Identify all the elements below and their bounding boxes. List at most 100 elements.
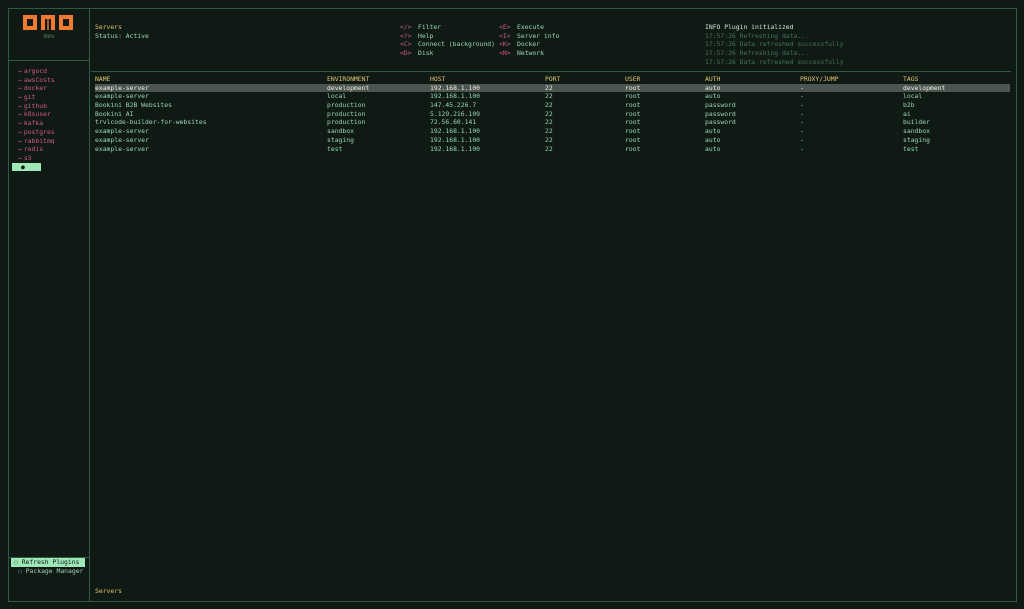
cell-user: root [625, 144, 641, 153]
cell-host: 192.168.1.100 [430, 144, 481, 153]
column-header-host[interactable]: HOST [430, 75, 445, 84]
plugin-label: awsCosts [23, 75, 55, 84]
plugin-item-postgres[interactable]: → postgres [12, 128, 88, 137]
plugin-item-argocd[interactable]: → argocd [12, 67, 88, 76]
keybinding-network[interactable]: <N> Network [499, 49, 559, 58]
cell-host: 192.168.1.100 [430, 127, 481, 136]
omo-logo [23, 15, 73, 30]
column-header-tags[interactable]: TAGS [903, 75, 918, 84]
plugin-item-kafka[interactable]: → kafka [12, 119, 88, 128]
page-title: Servers [95, 23, 122, 31]
cell-user: root [625, 92, 641, 101]
cell-auth: auto [705, 83, 721, 92]
footer-label: Servers [95, 587, 122, 595]
table-row[interactable]: example-server staging 192.168.1.100 22 root… [95, 136, 1010, 145]
keybinding-help[interactable]: <?> Help [400, 32, 495, 41]
column-header-proxy-jump[interactable]: PROXY/JUMP [800, 75, 838, 84]
cell-environment: sandbox [327, 127, 354, 136]
key-hint: <D> [400, 49, 412, 58]
plugin-item-git[interactable]: → git [12, 93, 88, 102]
arrow-right-icon: → [18, 127, 22, 136]
plugin-label: k8suser [23, 110, 51, 119]
bottom-menu: ◌ Refresh Plugins ◌ Package Manager [9, 557, 89, 575]
cell-port: 22 [545, 101, 553, 110]
cell-host: 5.129.216.109 [430, 109, 481, 118]
column-header-name[interactable]: NAME [95, 75, 110, 84]
table-row[interactable]: trvlcode-builder-for-websites production 7… [95, 118, 1010, 127]
plugin-item-docker[interactable]: → docker [12, 84, 88, 93]
plugin-item-redis[interactable]: → redis [12, 145, 88, 154]
key-label: Help [418, 31, 434, 40]
cell-tags: sandbox [903, 127, 930, 136]
plugin-label: argocd [23, 67, 47, 75]
plugin-label: github [23, 101, 47, 110]
cell-auth: auto [705, 144, 721, 153]
arrow-right-icon: → [18, 101, 22, 110]
cell-host: 192.168.1.100 [430, 92, 481, 101]
keybinding-filter[interactable]: </> Filter [400, 23, 495, 32]
cell-name: Bookini B2B Websites [95, 101, 172, 110]
keybinding-connect[interactable]: <C> Connect (background) [400, 40, 495, 49]
cell-environment: test [327, 144, 343, 153]
plugin-label: kafka [23, 119, 44, 128]
header-divider [91, 71, 1011, 72]
cell-user: root [625, 118, 641, 127]
refresh-plugins-button[interactable]: ◌ Refresh Plugins [11, 558, 85, 567]
keybinding-docker[interactable]: <K> Docker [499, 40, 559, 49]
cell-tags: local [903, 92, 923, 101]
arrow-right-icon: → [18, 119, 22, 128]
table-row[interactable]: Bookini AI production 5.129.216.109 22 root p… [95, 110, 1010, 119]
plugin-item-awscosts[interactable]: → awsCosts [12, 76, 88, 85]
cell-auth: auto [705, 92, 721, 101]
cell-environment: production [327, 118, 366, 127]
plugin-label: redis [23, 145, 44, 154]
cell-host: 192.168.1.100 [430, 135, 481, 144]
key-label: Network [517, 49, 544, 58]
table-row[interactable]: Bookini B2B Websites production 147.45.226… [95, 101, 1010, 110]
cell-port: 22 [545, 118, 553, 127]
package-manager-button[interactable]: ◌ Package Manager [9, 567, 89, 576]
key-label: Filter [418, 23, 442, 31]
log-line: INFO Plugin initialized [705, 23, 794, 31]
log-line: 17:57:26 Data refreshed successfully [705, 57, 844, 66]
column-header-auth[interactable]: AUTH [705, 75, 720, 84]
arrow-right-icon: → [18, 153, 22, 162]
cell-tags: development [903, 83, 946, 92]
cell-port: 22 [545, 135, 553, 144]
keybinding-server-info[interactable]: <I> Server info [499, 32, 559, 41]
cell-port: 22 [545, 109, 553, 118]
column-header-user[interactable]: USER [625, 75, 640, 84]
cell-host: 192.168.1.100 [430, 83, 481, 92]
key-hint: <C> [400, 40, 412, 49]
cell-tags: test [903, 144, 919, 153]
arrow-right-icon: → [18, 75, 22, 84]
column-header-port[interactable]: PORT [545, 75, 560, 84]
plugin-item-k8suser[interactable]: → k8suser [12, 110, 88, 119]
cell-proxy-jump: - [800, 92, 804, 101]
plugin-item-s3[interactable]: → s3 [12, 154, 88, 163]
keybinding-execute[interactable]: <E> Execute [499, 23, 559, 32]
cell-environment: development [327, 83, 370, 92]
plugin-item-rabbitmq[interactable]: → rabbitmq [12, 137, 88, 146]
environment-label: dev [43, 32, 55, 40]
key-hint: </> [400, 23, 412, 31]
cell-name: example-server [95, 135, 149, 144]
keybinding-disk[interactable]: <D> Disk [400, 49, 495, 58]
log-line: 17:57:26 Data refreshed successfully [705, 40, 844, 49]
cell-user: root [625, 101, 641, 110]
table-row[interactable]: example-server local 192.168.1.100 22 root au… [95, 92, 1010, 101]
arrow-right-icon: → [18, 93, 22, 102]
cell-environment: production [327, 101, 366, 110]
plugin-item-github[interactable]: → github [12, 102, 88, 111]
table-row[interactable]: example-server test 192.168.1.100 22 root aut… [95, 145, 1010, 154]
cell-user: root [625, 83, 641, 92]
plugin-item-servers-selected[interactable]: ● [12, 162, 41, 172]
column-header-environment[interactable]: ENVIRONMENT [327, 75, 369, 84]
plugin-label: postgres [23, 127, 55, 136]
table-row[interactable]: example-server sandbox 192.168.1.100 22 root… [95, 127, 1010, 136]
plugin-label: s3 [23, 153, 32, 162]
cell-name: Bookini AI [95, 109, 134, 118]
table-row[interactable]: example-server development 192.168.1.100 22… [95, 83, 1010, 93]
cell-name: example-server [95, 127, 149, 136]
cell-user: root [625, 109, 641, 118]
